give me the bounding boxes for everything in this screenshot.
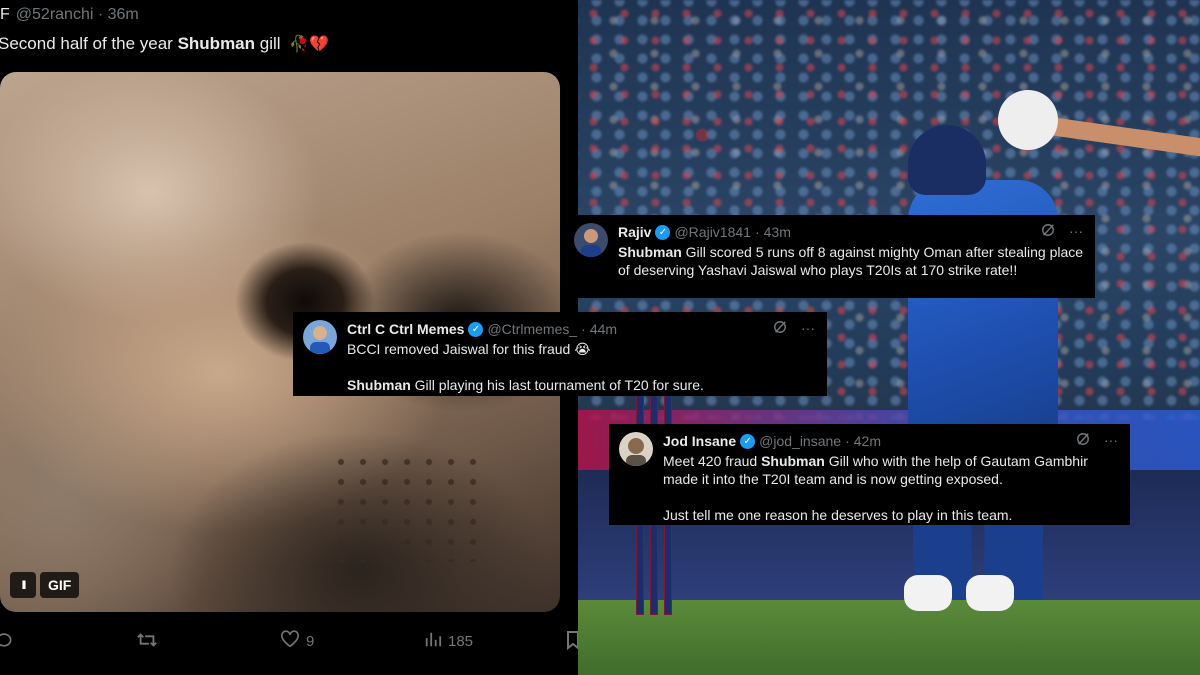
like-button[interactable]: 9 [280, 630, 314, 652]
more-icon[interactable]: ··· [801, 320, 815, 337]
tweet-header: Rajiv ✓ @Rajiv1841 · 43m [618, 224, 791, 240]
tweet-text-line1: Meet 420 fraud Shubman Gill who with the… [663, 453, 1088, 487]
share-icon [566, 630, 578, 654]
display-name[interactable]: Ctrl C Ctrl Memes [347, 321, 464, 337]
left-tweet-text: Second half of the year Shubman gill 🥀💔 [0, 34, 330, 53]
views-button[interactable]: 185 [424, 630, 473, 652]
more-icon[interactable]: ··· [1069, 223, 1083, 240]
batter-helmet [908, 125, 986, 195]
timestamp[interactable]: 43m [764, 224, 791, 240]
verified-badge-icon: ✓ [740, 433, 756, 449]
tweet-text-line2: Just tell me one reason he deserves to p… [663, 507, 1013, 523]
left-tweet-time[interactable]: 36m [108, 6, 139, 23]
batting-glove [998, 90, 1058, 150]
handle[interactable]: @Rajiv1841 [674, 224, 750, 240]
retweet-button[interactable] [136, 630, 164, 654]
more-icon[interactable]: ··· [1104, 432, 1118, 449]
verified-badge-icon: ✓ [468, 321, 484, 337]
left-tweet-actions: 9 185 [0, 630, 578, 656]
grok-icon[interactable] [1041, 223, 1055, 240]
tweet-text-line2: Shubman Gill playing his last tournament… [347, 377, 704, 393]
avatar[interactable] [303, 320, 337, 354]
heart-icon [280, 630, 300, 652]
retweet-icon [136, 630, 158, 654]
avatar[interactable] [619, 432, 653, 466]
views-count: 185 [448, 632, 474, 650]
right-shoe [966, 575, 1014, 611]
tweet-text-line1: BCCI removed Jaiswal for this fraud 😭 [347, 341, 591, 357]
tweet-header: Jod Insane ✓ @jod_insane · 42m [663, 433, 881, 449]
handle[interactable]: @jod_insane [759, 433, 841, 449]
display-name[interactable]: Rajiv [618, 224, 651, 240]
left-shoe [904, 575, 952, 611]
tweet-header: Ctrl C Ctrl Memes ✓ @Ctrlmemes_ · 44m [347, 321, 618, 337]
tweet-text: Shubman Gill scored 5 runs off 8 against… [618, 244, 1084, 278]
avatar[interactable] [574, 223, 608, 257]
views-icon [424, 630, 442, 652]
gif-texture [330, 452, 480, 562]
left-tweet-bold-name: Shubman [177, 34, 256, 53]
tweet-card-ctrlmemes[interactable]: Ctrl C Ctrl Memes ✓ @Ctrlmemes_ · 44m BC… [293, 312, 827, 396]
timestamp[interactable]: 42m [854, 433, 881, 449]
share-button[interactable] [566, 630, 578, 654]
handle[interactable]: @Ctrlmemes_ [487, 321, 577, 337]
left-tweet-header: F @52ranchi · 36m [0, 6, 139, 23]
left-tweet-emojis: 🥀💔 [289, 36, 330, 53]
reply-button[interactable] [0, 630, 20, 654]
tweet-card-rajiv[interactable]: Rajiv ✓ @Rajiv1841 · 43m Shubman Gill sc… [564, 215, 1095, 298]
gif-pause-button[interactable]: II [10, 572, 36, 598]
gif-badge: GIF [40, 572, 80, 598]
grok-icon[interactable] [1076, 432, 1090, 449]
timestamp[interactable]: 44m [590, 321, 617, 337]
display-name[interactable]: Jod Insane [663, 433, 736, 449]
tweet-card-jodinsane[interactable]: Jod Insane ✓ @jod_insane · 42m Meet 420 … [609, 424, 1130, 525]
left-tweet-user-initial: F [0, 6, 10, 23]
verified-badge-icon: ✓ [655, 224, 671, 240]
reply-icon [0, 630, 14, 654]
gif-controls: II GIF [10, 572, 80, 598]
grok-icon[interactable] [773, 320, 787, 337]
left-tweet-handle[interactable]: @52ranchi [16, 6, 94, 23]
like-count: 9 [306, 632, 315, 650]
